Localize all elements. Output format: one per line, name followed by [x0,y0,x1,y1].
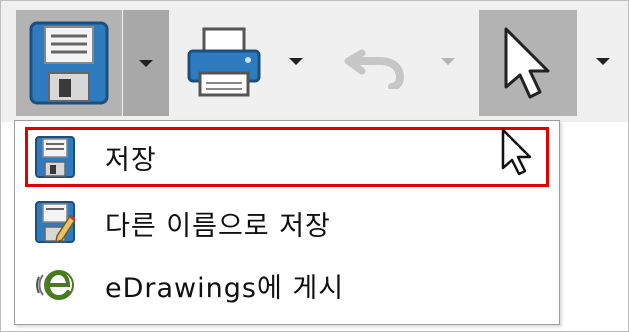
menu-item-save[interactable]: 저장 [25,127,549,187]
menu-item-label: 저장 [105,144,157,176]
chevron-down-icon [289,57,303,65]
menu-item-edrawings[interactable]: eDrawings에 게시 [19,255,551,315]
chevron-down-icon [139,59,153,67]
standard-toolbar [1,1,628,122]
menu-item-save-as[interactable]: 다른 이름으로 저장 [19,193,551,253]
save-as-icon [33,201,77,245]
chevron-down-icon [441,57,455,65]
undo-dropdown-arrow[interactable] [425,41,471,81]
menu-item-label: 다른 이름으로 저장 [105,210,331,242]
select-pointer-icon [500,25,556,101]
select-dropdown-arrow[interactable] [581,41,625,81]
mouse-cursor-icon [500,128,534,182]
print-button[interactable] [179,15,269,111]
undo-button[interactable] [335,25,415,101]
save-button[interactable] [16,10,122,116]
chevron-down-icon [596,57,610,65]
floppy-disk-icon [33,135,77,179]
edrawings-icon [33,263,77,307]
select-button[interactable] [479,10,577,116]
save-dropdown-menu: 저장 다른 이름으로 저장 eDrawings에 게시 [14,120,560,325]
floppy-disk-icon [29,21,109,105]
print-dropdown-arrow[interactable] [273,41,319,81]
save-dropdown-arrow[interactable] [123,10,169,116]
printer-icon [186,27,262,99]
undo-icon [344,37,406,89]
menu-item-label: eDrawings에 게시 [105,272,345,304]
